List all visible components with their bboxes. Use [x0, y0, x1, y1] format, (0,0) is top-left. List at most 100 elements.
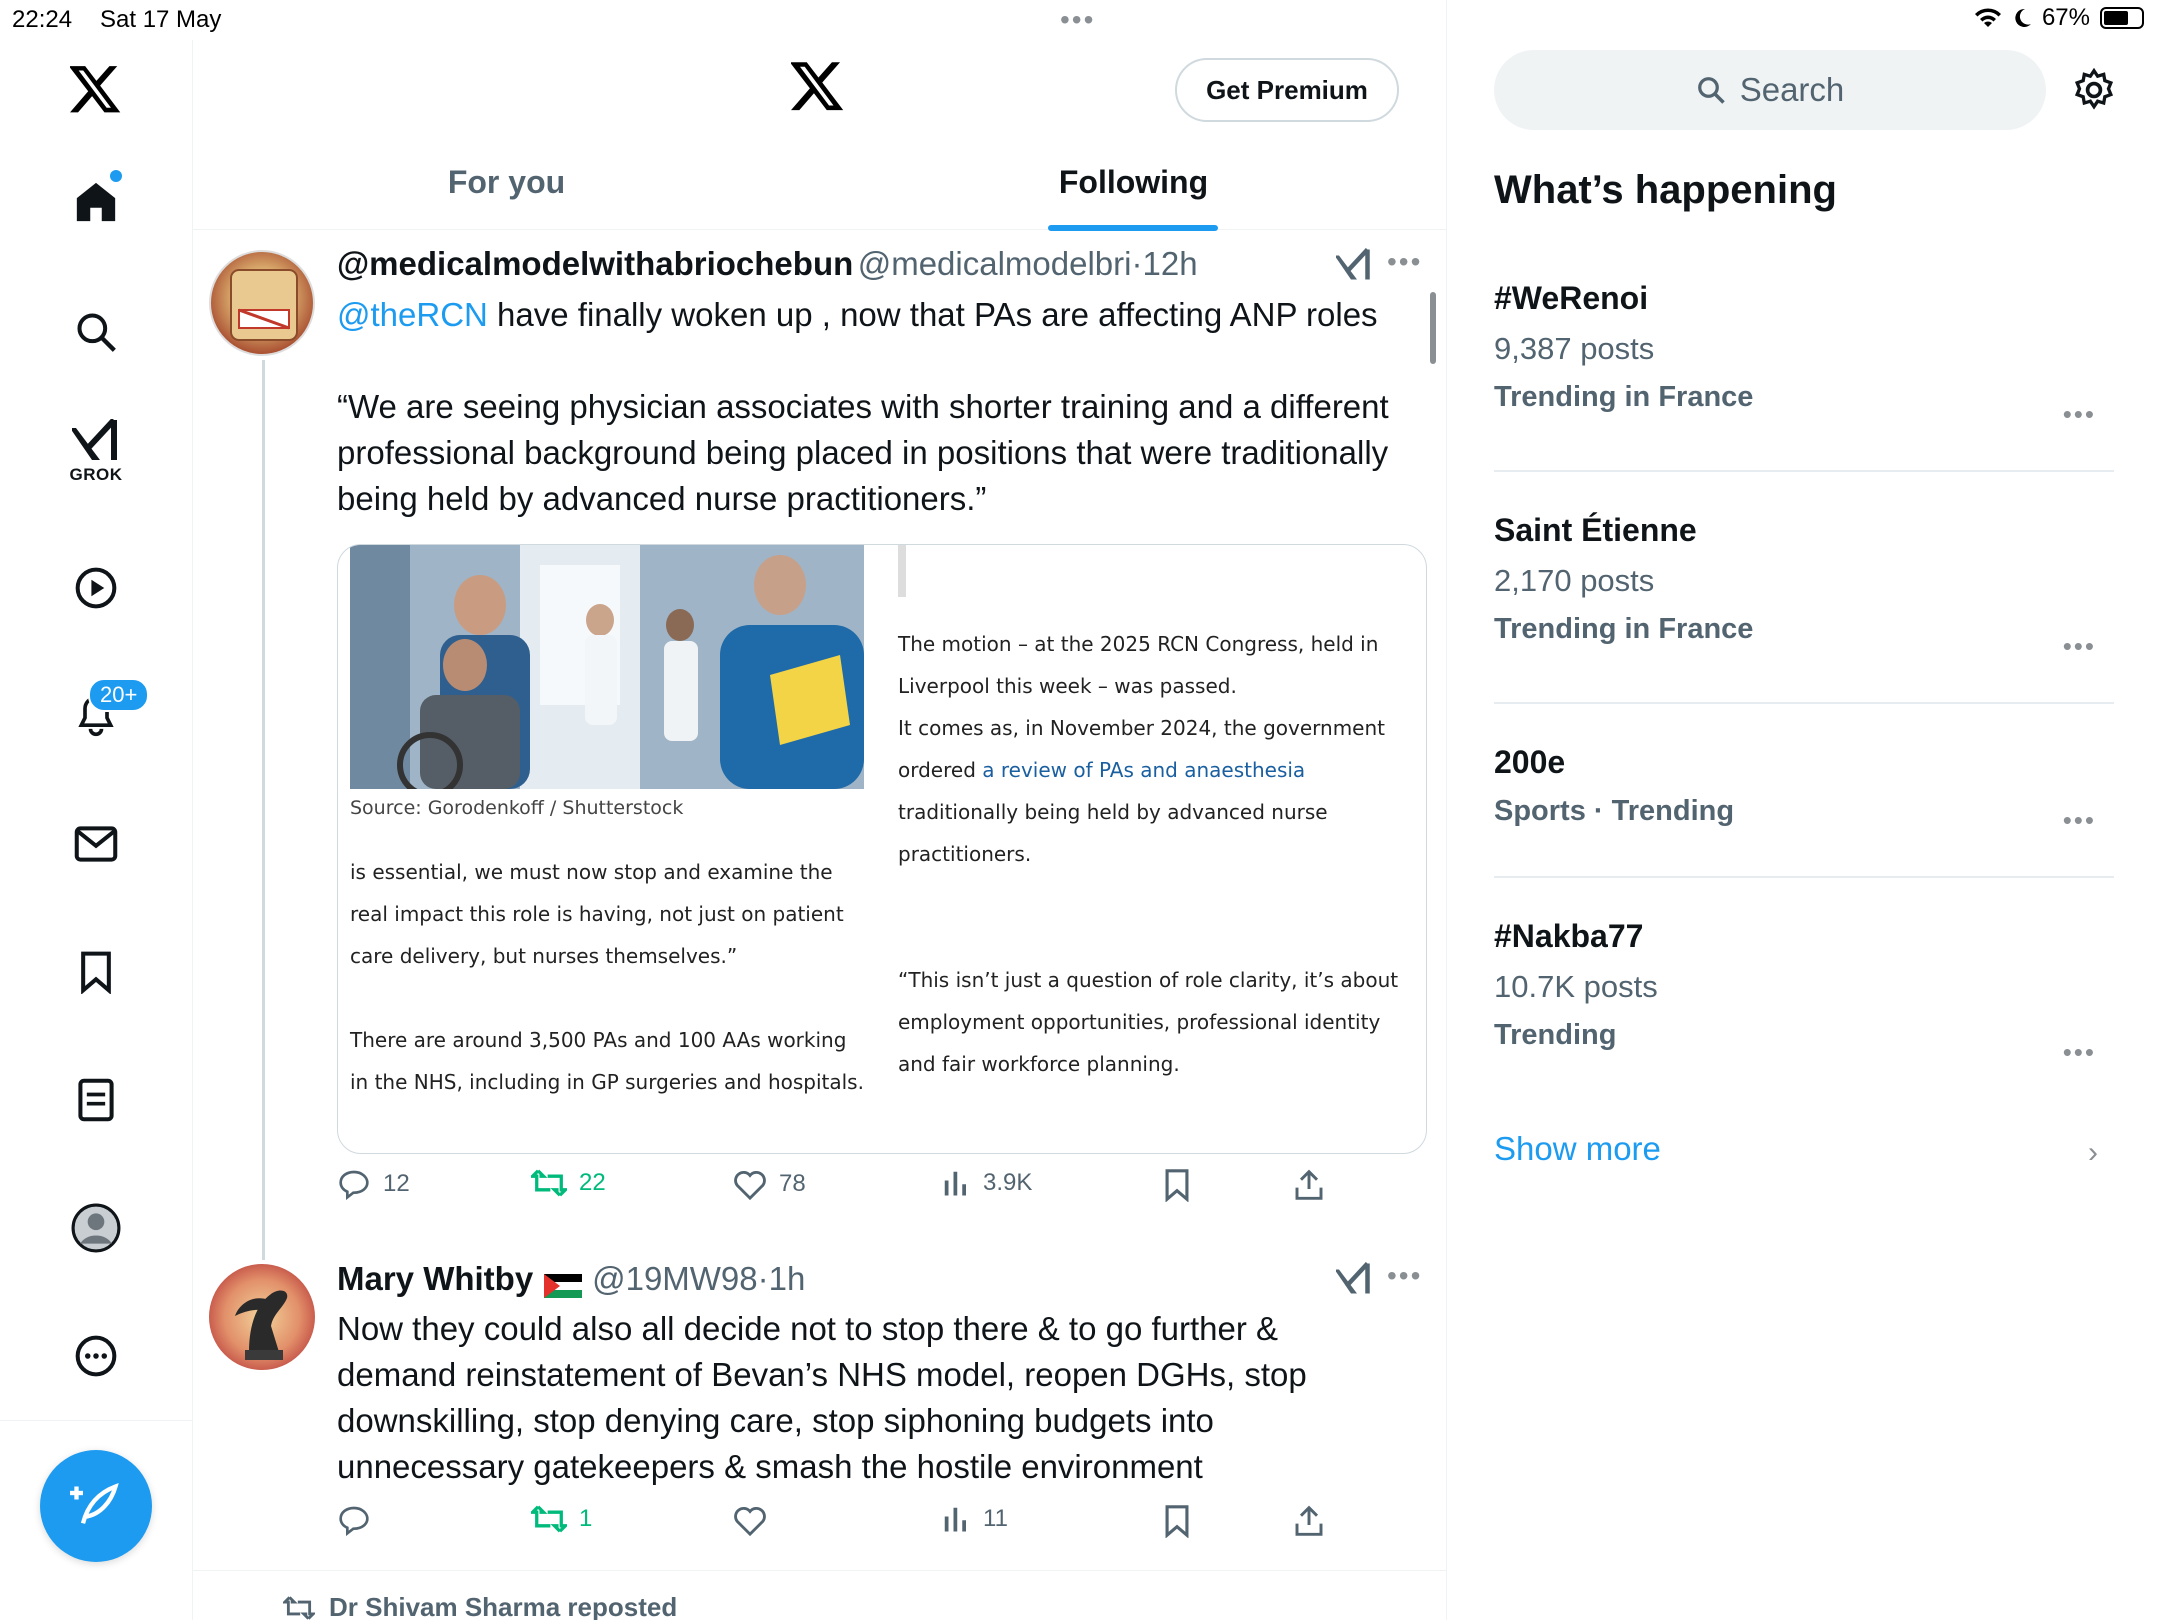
x-logo-icon[interactable] — [56, 50, 136, 130]
reply-icon — [339, 1170, 369, 1200]
tweet-display-name[interactable]: @medicalmodelwithabriochebun — [337, 245, 853, 282]
tweet-text-line: have finally woken up , now that PAs are… — [487, 296, 1378, 333]
trend-name: #WeRenoi — [1494, 280, 1649, 316]
bookmark-button[interactable] — [1163, 1504, 1191, 1538]
mail-icon[interactable] — [56, 804, 136, 884]
reply-icon — [339, 1506, 369, 1536]
compose-button[interactable] — [40, 1450, 152, 1562]
views-button[interactable]: 11 — [941, 1504, 1008, 1534]
trend-item[interactable]: 200e Sports · Trending ••• — [1494, 744, 2114, 846]
repost-icon — [531, 1505, 567, 1533]
reply-button[interactable] — [337, 1504, 383, 1536]
repost-label: Dr Shivam Sharma reposted — [329, 1592, 678, 1620]
tweet-quote-text: “We are seeing physician associates with… — [337, 388, 1389, 517]
tweet-image-card[interactable]: Source: Gorodenkoff / Shutterstock is es… — [337, 544, 1427, 1154]
bookmark-icon[interactable] — [56, 932, 136, 1012]
reply-button[interactable]: 12 — [337, 1168, 410, 1200]
trend-more-icon[interactable]: ••• — [2063, 631, 2096, 662]
like-button[interactable]: 78 — [733, 1168, 806, 1200]
mention-link[interactable]: @theRCN — [337, 296, 488, 333]
gear-icon[interactable] — [2072, 67, 2116, 117]
show-more-link[interactable]: Show more — [1494, 1130, 1661, 1168]
tweet-header: Mary Whitby @19MW98·1h — [337, 1260, 1337, 1298]
tweet-display-name[interactable]: Mary Whitby — [337, 1260, 533, 1297]
lists-icon[interactable] — [56, 1060, 136, 1140]
grok-explain-icon[interactable] — [1336, 1262, 1372, 1298]
meta-separator: · — [757, 1260, 769, 1297]
tweet-more-icon[interactable]: ••• — [1387, 1260, 1422, 1292]
views-button[interactable]: 3.9K — [941, 1168, 1032, 1198]
status-time: 22:24 — [12, 6, 73, 33]
bell-icon[interactable]: 20+ — [56, 676, 150, 756]
tweet-handle[interactable]: @19MW98 — [592, 1260, 758, 1297]
views-count: 3.9K — [983, 1169, 1033, 1196]
like-count: 78 — [779, 1170, 806, 1197]
profile-icon[interactable] — [56, 1188, 136, 1268]
trend-more-icon[interactable]: ••• — [2063, 399, 2096, 430]
trend-item[interactable]: #Nakba77 10.7K posts Trending ••• — [1494, 918, 2114, 1078]
compose-icon — [70, 1482, 119, 1524]
trend-name: #Nakba77 — [1494, 918, 1644, 954]
left-rail: GROK 20+ — [0, 40, 193, 1620]
video-icon[interactable] — [56, 548, 136, 628]
search-input[interactable]: Search — [1494, 50, 2046, 130]
trend-context: Trending in France — [1494, 381, 1754, 413]
grok-icon[interactable]: GROK — [56, 412, 136, 492]
timeline-column: Get Premium For you Following @medicalmo… — [193, 0, 1447, 1620]
notifications-badge: 20+ — [88, 678, 150, 712]
article-right-para-4: “This isn’t just a question of role clar… — [898, 968, 1399, 1076]
tweet-actions: 1 11 — [337, 1504, 1427, 1554]
views-icon — [944, 1171, 966, 1196]
like-icon — [734, 1170, 766, 1200]
trend-more-icon[interactable]: ••• — [2063, 1037, 2096, 1068]
search-icon — [1697, 77, 1725, 104]
tweet-time[interactable]: 1h — [769, 1260, 806, 1297]
avatar[interactable] — [209, 250, 315, 356]
trend-item[interactable]: #WeRenoi 9,387 posts Trending in France … — [1494, 280, 2114, 440]
tab-label: For you — [447, 164, 566, 200]
bookmark-icon — [1165, 1169, 1189, 1202]
trend-more-icon[interactable]: ••• — [2063, 805, 2096, 836]
repost-count: 22 — [579, 1169, 606, 1196]
hospital-photo — [350, 545, 864, 789]
trend-divider — [1494, 702, 2114, 704]
meta-separator: · — [1131, 245, 1143, 282]
repost-button[interactable]: 1 — [531, 1504, 592, 1534]
share-button[interactable] — [1293, 1168, 1325, 1202]
repost-indicator[interactable]: Dr Shivam Sharma reposted — [283, 1592, 677, 1620]
reply-count: 12 — [383, 1170, 410, 1197]
repost-button[interactable]: 22 — [531, 1168, 606, 1198]
tab-for-you[interactable]: For you — [193, 150, 820, 229]
tweet-more-icon[interactable]: ••• — [1387, 246, 1422, 278]
whats-happening-title: What’s happening — [1494, 168, 1837, 212]
tweet-time[interactable]: 12h — [1142, 245, 1197, 282]
home-icon[interactable] — [56, 162, 136, 242]
trend-context: Trending in France — [1494, 613, 1754, 645]
trend-count: 9,387 posts — [1494, 331, 1655, 366]
tweet-body: @theRCN have finally woken up , now that… — [337, 292, 1417, 522]
scrollbar[interactable] — [1430, 292, 1436, 364]
bookmark-icon — [1165, 1505, 1189, 1538]
bookmark-button[interactable] — [1163, 1168, 1191, 1202]
share-button[interactable] — [1293, 1504, 1325, 1538]
article-left-para-2: There are around 3,500 PAs and 100 AAs w… — [350, 1028, 864, 1094]
trend-item[interactable]: Saint Étienne 2,170 posts Trending in Fr… — [1494, 512, 2114, 672]
article-right-para-1: The motion – at the 2025 RCN Congress, h… — [898, 632, 1379, 698]
tweet-header: @medicalmodelwithabriochebun @medicalmod… — [337, 245, 1357, 283]
get-premium-button[interactable]: Get Premium — [1175, 58, 1399, 122]
avatar[interactable] — [209, 1264, 315, 1370]
tab-label: Following — [1058, 164, 1209, 200]
article-right-para-2: It comes as, in November 2024, the gover… — [898, 707, 1410, 791]
grok-explain-icon[interactable] — [1336, 248, 1372, 284]
trend-count: 2,170 posts — [1494, 563, 1655, 598]
more-icon[interactable] — [56, 1316, 136, 1396]
thread-line — [262, 360, 265, 1260]
share-icon — [1295, 1169, 1323, 1200]
repost-icon — [283, 1595, 315, 1620]
x-header-logo-icon[interactable] — [789, 62, 845, 117]
search-icon[interactable] — [56, 292, 136, 372]
views-icon — [944, 1507, 966, 1532]
tweet-handle[interactable]: @medicalmodelbri — [858, 245, 1132, 282]
tab-following[interactable]: Following — [820, 150, 1447, 231]
like-button[interactable] — [733, 1504, 779, 1536]
